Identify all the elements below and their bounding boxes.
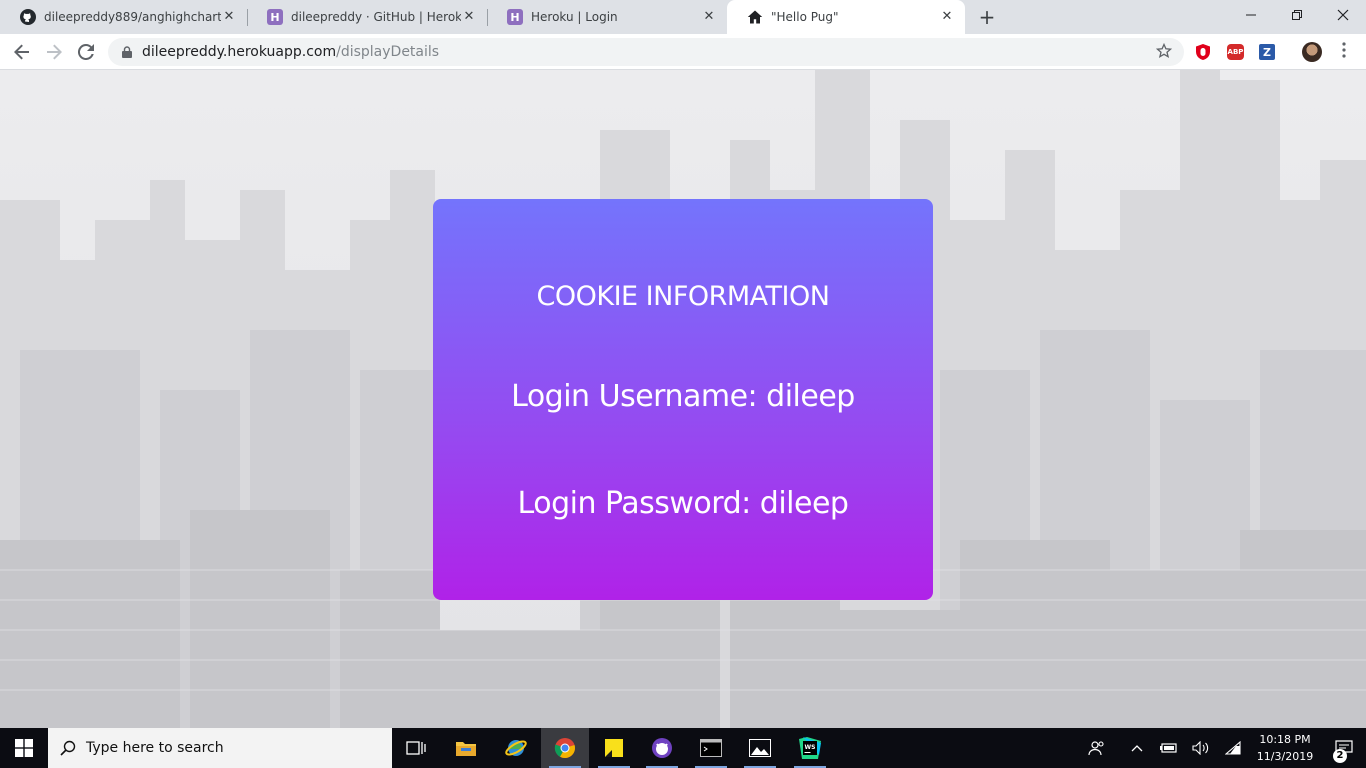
- taskbar-search-input[interactable]: Type here to search: [48, 728, 392, 768]
- login-password-text: Login Password: dileep: [517, 486, 849, 521]
- page-viewport: COOKIE INFORMATION Login Username: dilee…: [0, 70, 1366, 728]
- address-bar[interactable]: dileepreddy.herokuapp.com/displayDetails: [108, 38, 1184, 66]
- search-icon: [60, 740, 76, 756]
- svg-text:WS: WS: [805, 744, 816, 751]
- photos-icon: [749, 739, 771, 757]
- lock-icon[interactable]: [120, 45, 134, 59]
- tab-title: "Hello Pug": [771, 10, 839, 24]
- windows-logo-icon: [15, 739, 33, 757]
- tab-title: dileepreddy889/anghighchart: [44, 10, 221, 24]
- wifi-icon[interactable]: [1220, 728, 1246, 768]
- heroku-icon: H: [507, 9, 523, 25]
- close-tab-icon[interactable]: ✕: [701, 9, 717, 25]
- profile-avatar[interactable]: [1302, 42, 1322, 62]
- new-tab-button[interactable]: +: [975, 5, 999, 29]
- chrome-taskbar-button[interactable]: [541, 728, 589, 768]
- github-desktop-button[interactable]: [638, 728, 686, 768]
- search-placeholder: Type here to search: [86, 740, 224, 756]
- volume-icon[interactable]: [1188, 728, 1214, 768]
- zotero-icon[interactable]: Z: [1259, 44, 1275, 60]
- login-username-text: Login Username: dileep: [511, 379, 855, 414]
- webstorm-icon: WS: [799, 737, 821, 759]
- battery-icon[interactable]: [1156, 728, 1182, 768]
- browser-menu-icon[interactable]: [1336, 42, 1352, 62]
- sticky-notes-button[interactable]: [590, 728, 638, 768]
- bookmark-star-icon[interactable]: [1155, 42, 1173, 63]
- folder-icon: [456, 742, 476, 756]
- chevron-up-icon[interactable]: [1124, 728, 1150, 768]
- clock-time: 10:18 PM: [1259, 733, 1311, 746]
- cookie-info-card: COOKIE INFORMATION Login Username: dilee…: [433, 199, 933, 600]
- tab-heroku-login[interactable]: H Heroku | Login ✕: [487, 0, 727, 34]
- url-path: /displayDetails: [336, 44, 440, 60]
- notification-badge: 2: [1333, 749, 1347, 763]
- tab-anghighchart[interactable]: dileepreddy889/anghighchart ✕: [0, 0, 247, 34]
- action-center-button[interactable]: [1322, 728, 1366, 768]
- windows-taskbar: Type here to search WS 10:18 PM 11/3/201…: [0, 728, 1366, 768]
- clock-date: 11/3/2019: [1256, 750, 1314, 763]
- close-tab-icon[interactable]: ✕: [221, 9, 237, 25]
- heroku-icon: H: [267, 9, 283, 25]
- close-tab-icon[interactable]: ✕: [939, 9, 955, 25]
- task-view-icon: [406, 741, 426, 755]
- sticky-notes-icon: [605, 739, 623, 757]
- close-tab-icon[interactable]: ✕: [461, 9, 477, 25]
- arrow-left-icon: [14, 44, 29, 60]
- internet-explorer-button[interactable]: [492, 728, 540, 768]
- url-host: dileepreddy.herokuapp.com: [142, 44, 337, 60]
- arrow-right-icon: [47, 44, 62, 60]
- chrome-icon: [554, 738, 575, 759]
- photos-button[interactable]: [736, 728, 784, 768]
- webstorm-button[interactable]: WS: [786, 728, 834, 768]
- tab-title: dileepreddy · GitHub | Heroku: [291, 10, 461, 24]
- tab-title: Heroku | Login: [531, 10, 618, 24]
- tab-github-heroku[interactable]: H dileepreddy · GitHub | Heroku ✕: [247, 0, 487, 34]
- browser-toolbar: dileepreddy.herokuapp.com/displayDetails…: [0, 34, 1366, 70]
- minimize-button[interactable]: [1228, 0, 1274, 30]
- taskbar-clock[interactable]: 10:18 PM 11/3/2019: [1250, 731, 1320, 765]
- adblock-plus-icon[interactable]: ABP: [1227, 44, 1244, 60]
- ublock-icon[interactable]: [1195, 44, 1211, 60]
- restore-button[interactable]: [1274, 0, 1320, 30]
- file-explorer-button[interactable]: [442, 728, 490, 768]
- forward-button[interactable]: [40, 38, 68, 66]
- home-icon: [747, 9, 763, 25]
- terminal-button[interactable]: [687, 728, 735, 768]
- reload-button[interactable]: [72, 38, 100, 66]
- globe-icon: [505, 740, 527, 756]
- tab-strip: dileepreddy889/anghighchart ✕ H dileepre…: [0, 0, 1366, 34]
- people-icon[interactable]: [1084, 728, 1110, 768]
- github-icon: [20, 9, 36, 25]
- task-view-button[interactable]: [392, 728, 440, 768]
- tab-hello-pug[interactable]: "Hello Pug" ✕: [727, 0, 965, 34]
- github-desktop-icon: [652, 738, 672, 758]
- reload-icon: [78, 44, 94, 60]
- card-title: COOKIE INFORMATION: [536, 281, 830, 312]
- back-button[interactable]: [8, 38, 36, 66]
- terminal-icon: [700, 739, 722, 757]
- close-window-button[interactable]: [1320, 0, 1366, 30]
- start-button[interactable]: [0, 728, 48, 768]
